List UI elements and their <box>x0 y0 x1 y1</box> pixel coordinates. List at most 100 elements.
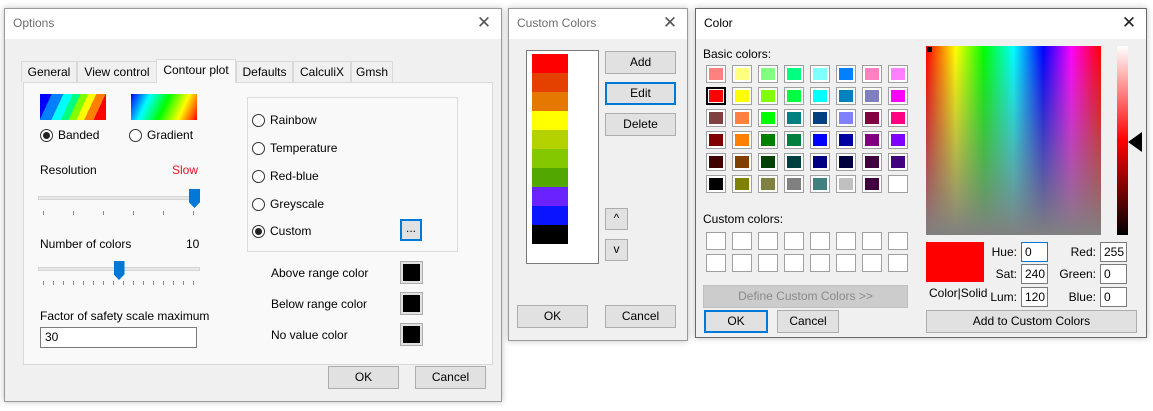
basic-color-swatch[interactable] <box>810 109 830 127</box>
tab-gmsh[interactable]: Gmsh <box>351 61 393 82</box>
basic-color-swatch[interactable] <box>836 87 856 105</box>
custom-color-swatch[interactable] <box>758 232 778 250</box>
options-ok-button[interactable]: OK <box>328 366 399 389</box>
basic-color-swatch[interactable] <box>732 131 752 149</box>
basic-color-swatch[interactable] <box>836 109 856 127</box>
basic-color-swatch[interactable] <box>888 87 908 105</box>
basic-color-swatch[interactable] <box>810 65 830 83</box>
scheme-radio-custom[interactable] <box>252 225 265 238</box>
gradient-radio[interactable] <box>129 129 142 142</box>
basic-color-swatch[interactable] <box>836 131 856 149</box>
color-list-item[interactable] <box>532 149 568 168</box>
tab-general[interactable]: General <box>21 61 77 82</box>
basic-color-swatch[interactable] <box>836 175 856 193</box>
basic-color-swatch[interactable] <box>706 153 726 171</box>
basic-color-swatch[interactable] <box>706 175 726 193</box>
define-custom-colors-button[interactable]: Define Custom Colors >> <box>703 285 908 308</box>
close-icon[interactable]: ✕ <box>661 14 679 32</box>
tab-contour-plot[interactable]: Contour plot <box>156 59 236 83</box>
close-icon[interactable]: ✕ <box>1120 14 1138 32</box>
basic-color-swatch[interactable] <box>836 65 856 83</box>
basic-color-swatch[interactable] <box>810 87 830 105</box>
basic-color-swatch[interactable] <box>888 109 908 127</box>
color-cancel-button[interactable]: Cancel <box>777 310 839 333</box>
green-input[interactable]: 0 <box>1100 264 1127 284</box>
move-up-button[interactable]: ^ <box>605 208 628 230</box>
basic-color-swatch[interactable] <box>784 131 804 149</box>
basic-color-swatch[interactable] <box>732 175 752 193</box>
lum-input[interactable]: 120 <box>1021 287 1048 307</box>
color-spectrum[interactable] <box>926 46 1101 235</box>
scheme-radio-temperature[interactable] <box>252 142 265 155</box>
factor-input[interactable]: 30 <box>40 327 197 348</box>
color-list-item[interactable] <box>532 111 568 130</box>
custom-color-swatch[interactable] <box>784 232 804 250</box>
color-list-item[interactable] <box>532 187 568 206</box>
color-list-item[interactable] <box>532 225 568 244</box>
blue-input[interactable]: 0 <box>1100 287 1127 307</box>
basic-color-swatch[interactable] <box>706 131 726 149</box>
custom-color-swatch[interactable] <box>888 254 908 272</box>
basic-color-swatch[interactable] <box>810 153 830 171</box>
close-icon[interactable]: ✕ <box>475 14 493 32</box>
basic-color-swatch[interactable] <box>810 175 830 193</box>
color-list-item[interactable] <box>532 92 568 111</box>
color-ok-button[interactable]: OK <box>704 310 768 333</box>
custom-color-swatch[interactable] <box>784 254 804 272</box>
basic-color-swatch[interactable] <box>732 65 752 83</box>
basic-color-swatch[interactable] <box>732 87 752 105</box>
custom-color-swatch[interactable] <box>862 254 882 272</box>
color-list-item[interactable] <box>532 168 568 187</box>
tab-calculix[interactable]: CalculiX <box>293 61 351 82</box>
basic-color-swatch[interactable] <box>784 175 804 193</box>
below-range-color-button[interactable] <box>400 292 423 315</box>
basic-color-swatch[interactable] <box>758 109 778 127</box>
basic-color-swatch[interactable] <box>836 153 856 171</box>
custom-color-swatch[interactable] <box>888 232 908 250</box>
basic-color-swatch[interactable] <box>888 153 908 171</box>
sat-input[interactable]: 240 <box>1021 264 1048 284</box>
custom-color-list[interactable] <box>526 50 599 264</box>
custom-color-swatch[interactable] <box>758 254 778 272</box>
basic-color-swatch[interactable] <box>784 87 804 105</box>
tab-view-control[interactable]: View control <box>77 61 157 82</box>
resolution-slider-thumb[interactable] <box>189 189 200 208</box>
basic-color-swatch[interactable] <box>758 131 778 149</box>
custom-scheme-browse-button[interactable]: ... <box>400 219 422 241</box>
basic-color-swatch[interactable] <box>784 109 804 127</box>
color-list-item[interactable] <box>532 206 568 225</box>
move-down-button[interactable]: v <box>605 239 628 261</box>
basic-color-swatch[interactable] <box>888 65 908 83</box>
custom-color-swatch[interactable] <box>706 254 726 272</box>
color-list-item[interactable] <box>532 54 568 73</box>
basic-color-swatch[interactable] <box>862 175 882 193</box>
no-value-color-button[interactable] <box>400 323 423 346</box>
basic-color-swatch[interactable] <box>810 131 830 149</box>
basic-color-swatch[interactable] <box>706 87 726 105</box>
resolution-slider-track[interactable] <box>38 196 200 200</box>
num-colors-slider-thumb[interactable] <box>113 261 125 280</box>
custom-colors-cancel-button[interactable]: Cancel <box>605 305 676 328</box>
basic-color-swatch[interactable] <box>758 65 778 83</box>
banded-radio[interactable] <box>40 129 53 142</box>
tab-defaults[interactable]: Defaults <box>236 61 293 82</box>
scheme-radio-greyscale[interactable] <box>252 198 265 211</box>
scheme-radio-rainbow[interactable] <box>252 114 265 127</box>
custom-color-swatch[interactable] <box>732 254 752 272</box>
basic-color-swatch[interactable] <box>862 153 882 171</box>
custom-color-swatch[interactable] <box>732 232 752 250</box>
basic-color-swatch[interactable] <box>862 131 882 149</box>
custom-color-swatch[interactable] <box>706 232 726 250</box>
triangle-left-icon[interactable] <box>1128 132 1142 152</box>
color-list-item[interactable] <box>532 73 568 92</box>
above-range-color-button[interactable] <box>400 261 423 284</box>
delete-button[interactable]: Delete <box>605 113 676 136</box>
options-cancel-button[interactable]: Cancel <box>415 366 486 389</box>
add-button[interactable]: Add <box>605 51 676 74</box>
basic-color-swatch[interactable] <box>862 87 882 105</box>
color-list-item[interactable] <box>532 130 568 149</box>
basic-color-swatch[interactable] <box>784 65 804 83</box>
custom-color-swatch[interactable] <box>810 232 830 250</box>
red-input[interactable]: 255 <box>1100 242 1127 262</box>
basic-color-swatch[interactable] <box>862 65 882 83</box>
